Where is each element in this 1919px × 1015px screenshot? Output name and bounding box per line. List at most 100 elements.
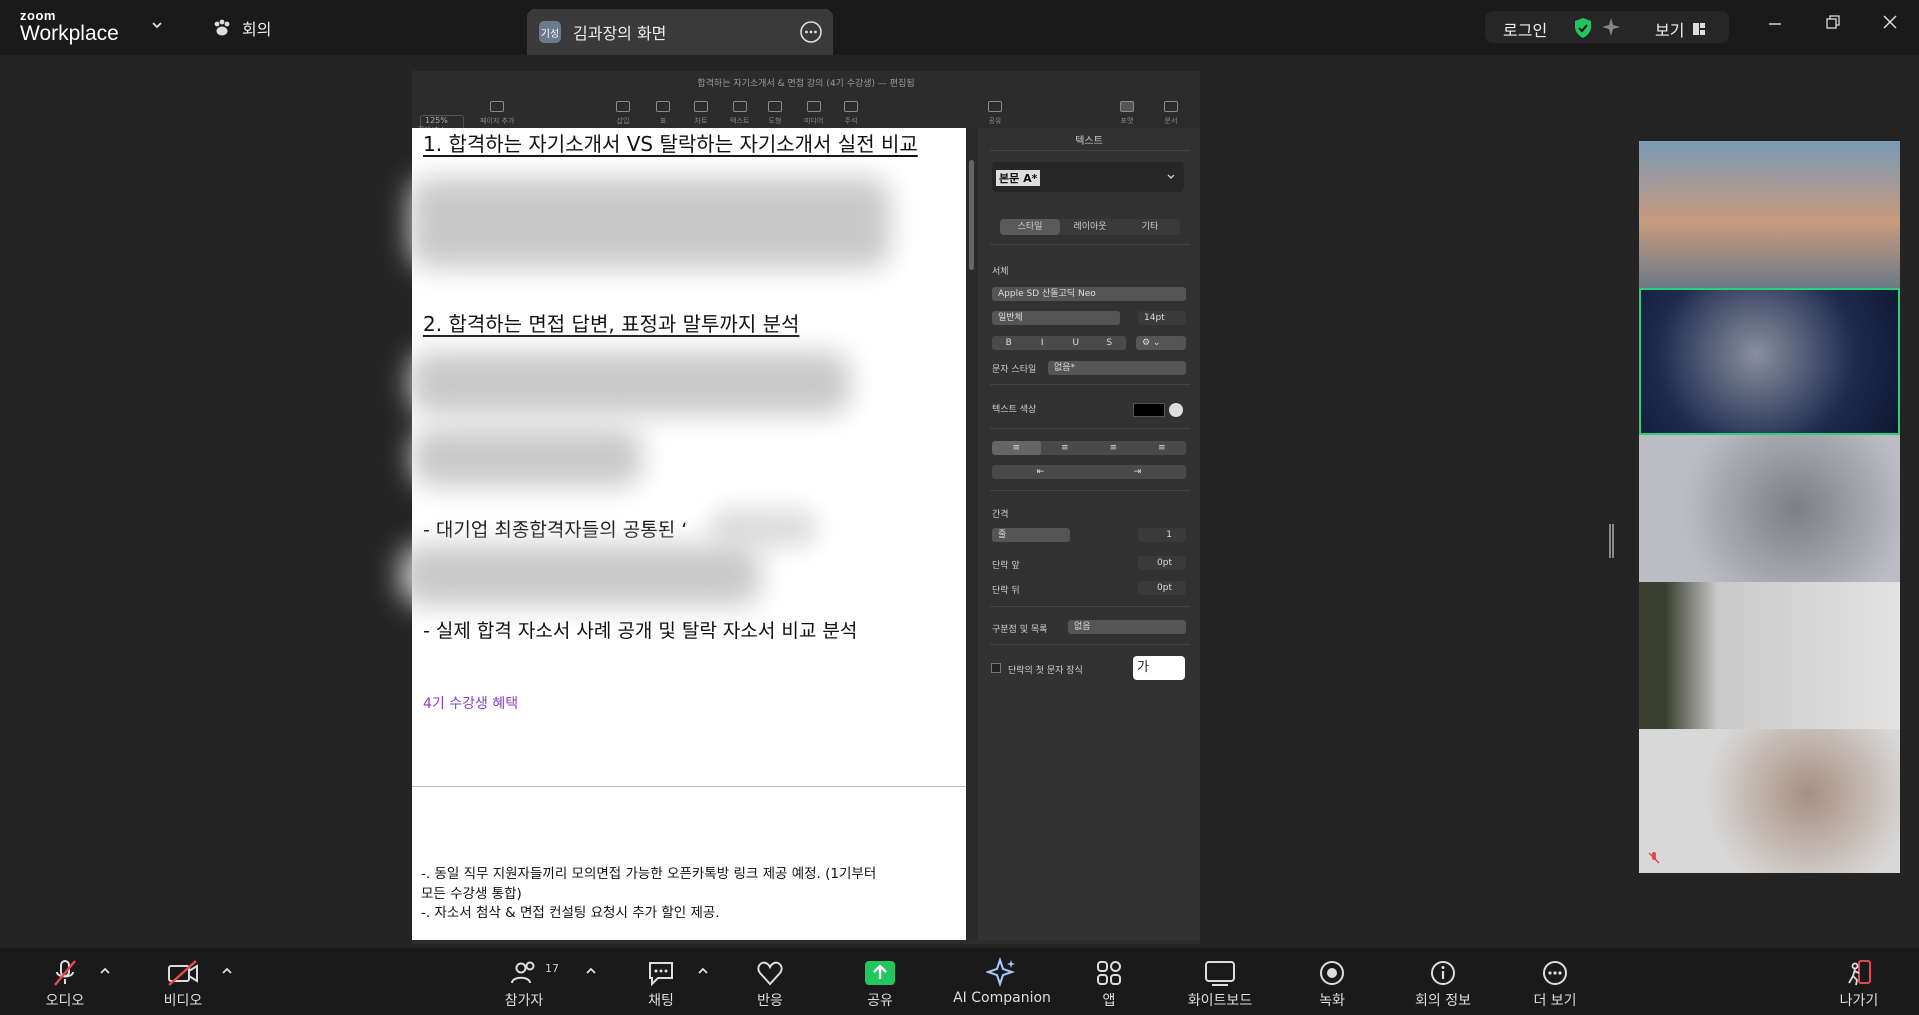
toolbar-format[interactable]: 포맷 (1120, 101, 1134, 126)
audio-options-caret-icon[interactable] (98, 964, 112, 978)
toolbar-document[interactable]: 문서 (1164, 101, 1178, 126)
blurred-content (400, 545, 760, 605)
toolbar-table[interactable]: 표 (656, 101, 670, 126)
participants-caret-icon[interactable] (584, 964, 598, 978)
bullets-label[interactable]: 구분점 및 목록 (992, 622, 1047, 635)
italic-button[interactable]: I (1026, 336, 1060, 350)
panel-resize-handle[interactable] (1609, 524, 1614, 558)
heart-icon (757, 961, 783, 986)
align-justify-icon[interactable]: ≡ (1138, 441, 1187, 455)
audio-button[interactable]: 오디오 (40, 956, 90, 1010)
share-screen-button[interactable]: 공유 (860, 956, 900, 1010)
info-icon (1431, 961, 1455, 985)
view-label: 보기 (1655, 21, 1685, 40)
color-picker-icon[interactable] (1169, 403, 1183, 417)
footer-line: -. 자소서 첨삭 & 면접 컨설팅 요청시 추가 할인 제공. (421, 905, 720, 921)
participant-tile[interactable] (1639, 435, 1900, 582)
more-options-icon[interactable] (799, 20, 823, 44)
font-size-stepper[interactable]: 14pt (1138, 311, 1186, 325)
text-color-swatch[interactable] (1133, 403, 1165, 417)
whiteboard-button[interactable]: 화이트보드 (1182, 956, 1258, 1010)
reactions-button[interactable]: 반응 (750, 956, 790, 1010)
video-button[interactable]: 비디오 (158, 956, 208, 1010)
record-button[interactable]: 녹화 (1316, 956, 1348, 1010)
toolbar-shape[interactable]: 도형 (768, 101, 782, 126)
share-screen-icon (865, 961, 895, 985)
underline-button[interactable]: U (1059, 336, 1093, 350)
more-button[interactable]: 더 보기 (1528, 956, 1582, 1010)
heading-2: 2. 합격하는 면접 답변, 표정과 말투까지 분석 (423, 312, 800, 336)
login-button[interactable]: 로그인 (1503, 17, 1547, 41)
outdent-icon[interactable]: ⇤ (992, 465, 1089, 479)
zoom-workplace-logo[interactable]: zoom Workplace (20, 9, 119, 44)
font-weight-select[interactable]: 일반체 (992, 311, 1120, 325)
muted-mic-icon (1648, 852, 1660, 864)
participant-tile[interactable] (1639, 729, 1900, 873)
view-button[interactable]: 보기 (1655, 17, 1706, 41)
toolbar-add-page[interactable]: 페이지 추가 (480, 101, 514, 126)
meeting-button[interactable]: 회의 (212, 16, 271, 40)
toolbar-text[interactable]: 텍스트 (730, 101, 749, 126)
tab-style[interactable]: 스타일 (1000, 219, 1060, 235)
top-right-controls: 로그인 보기 (1485, 11, 1729, 43)
screen-share-tab[interactable]: 기성 김과장의 화면 (527, 9, 833, 55)
align-right-icon[interactable]: ≡ (1089, 441, 1138, 455)
document-scrollbar[interactable] (966, 128, 978, 940)
chat-caret-icon[interactable] (696, 964, 710, 978)
chat-button[interactable]: 채팅 (644, 956, 678, 1010)
indent-buttons: ⇤ ⇥ (992, 465, 1186, 479)
line-spacing-select[interactable]: 줄 (992, 528, 1070, 542)
toolbar-chart[interactable]: 차트 (694, 101, 708, 126)
ai-companion-button[interactable]: AI Companion (950, 956, 1054, 1006)
indent-icon[interactable]: ⇥ (1089, 465, 1186, 479)
align-left-icon[interactable]: ≡ (992, 441, 1041, 455)
top-bar: zoom Workplace 회의 기성 김과장의 화면 로그인 보기 (0, 0, 1919, 55)
security-shield-icon[interactable] (1573, 17, 1593, 39)
blurred-content (410, 178, 890, 268)
leave-button[interactable]: 나가기 (1836, 956, 1882, 1010)
participant-tile-active-speaker[interactable] (1639, 288, 1900, 435)
dropcap-checkbox[interactable] (991, 663, 1001, 673)
participant-tile[interactable] (1639, 141, 1900, 288)
whiteboard-icon (1205, 961, 1235, 986)
bold-button[interactable]: B (992, 336, 1026, 350)
paragraph-style-select[interactable]: 본문 A* (992, 162, 1184, 192)
close-icon[interactable] (1882, 14, 1898, 30)
page-break (412, 786, 966, 787)
toolbar-insert[interactable]: 삽입 (616, 101, 630, 126)
scrollbar-thumb[interactable] (969, 160, 974, 270)
bullet-item: - 대기업 최종합격자들의 공통된 ‘ (423, 519, 688, 541)
apps-button[interactable]: 앱 (1094, 956, 1124, 1010)
participant-count: 17 (545, 962, 559, 975)
spacing-label[interactable]: 간격 (992, 507, 1009, 520)
participants-button[interactable]: 참가자 (498, 956, 550, 1010)
participant-tile[interactable] (1639, 582, 1900, 729)
char-style-select[interactable]: 없음* (1048, 361, 1186, 375)
blurred-content (708, 508, 818, 548)
meeting-info-button[interactable]: 회의 정보 (1410, 956, 1476, 1010)
line-spacing-stepper[interactable]: 1 (1138, 528, 1186, 542)
after-label: 단락 뒤 (992, 586, 1020, 596)
toolbar-share[interactable]: 공유 (988, 101, 1002, 126)
chat-icon (649, 962, 673, 987)
format-panel: 텍스트 본문 A* 스타일 레이아웃 기타 서체 Apple SD 산돌고딕 N… (978, 128, 1200, 940)
text-options-button[interactable]: ⚙ ⌄ (1136, 336, 1186, 350)
video-options-caret-icon[interactable] (220, 964, 234, 978)
dropcap-select[interactable]: 가 (1133, 656, 1185, 680)
align-center-icon[interactable]: ≡ (1041, 441, 1090, 455)
video-off-icon (168, 960, 198, 986)
bullets-select[interactable]: 없음 (1068, 620, 1186, 634)
chevron-down-icon[interactable] (150, 18, 164, 32)
strikethrough-button[interactable]: S (1093, 336, 1127, 350)
space-after-stepper[interactable]: 0pt (1138, 581, 1186, 595)
ai-sparkle-icon[interactable] (1601, 17, 1621, 37)
font-family-select[interactable]: Apple SD 산돌고딕 Neo (992, 287, 1186, 301)
tab-more[interactable]: 기타 (1120, 219, 1180, 235)
minimize-icon[interactable] (1767, 14, 1783, 30)
leave-icon (1848, 960, 1871, 986)
space-before-stepper[interactable]: 0pt (1138, 556, 1186, 570)
toolbar-media[interactable]: 미디어 (804, 101, 823, 126)
toolbar-comment[interactable]: 주석 (844, 101, 858, 126)
restore-icon[interactable] (1825, 14, 1841, 30)
tab-layout[interactable]: 레이아웃 (1060, 219, 1120, 235)
